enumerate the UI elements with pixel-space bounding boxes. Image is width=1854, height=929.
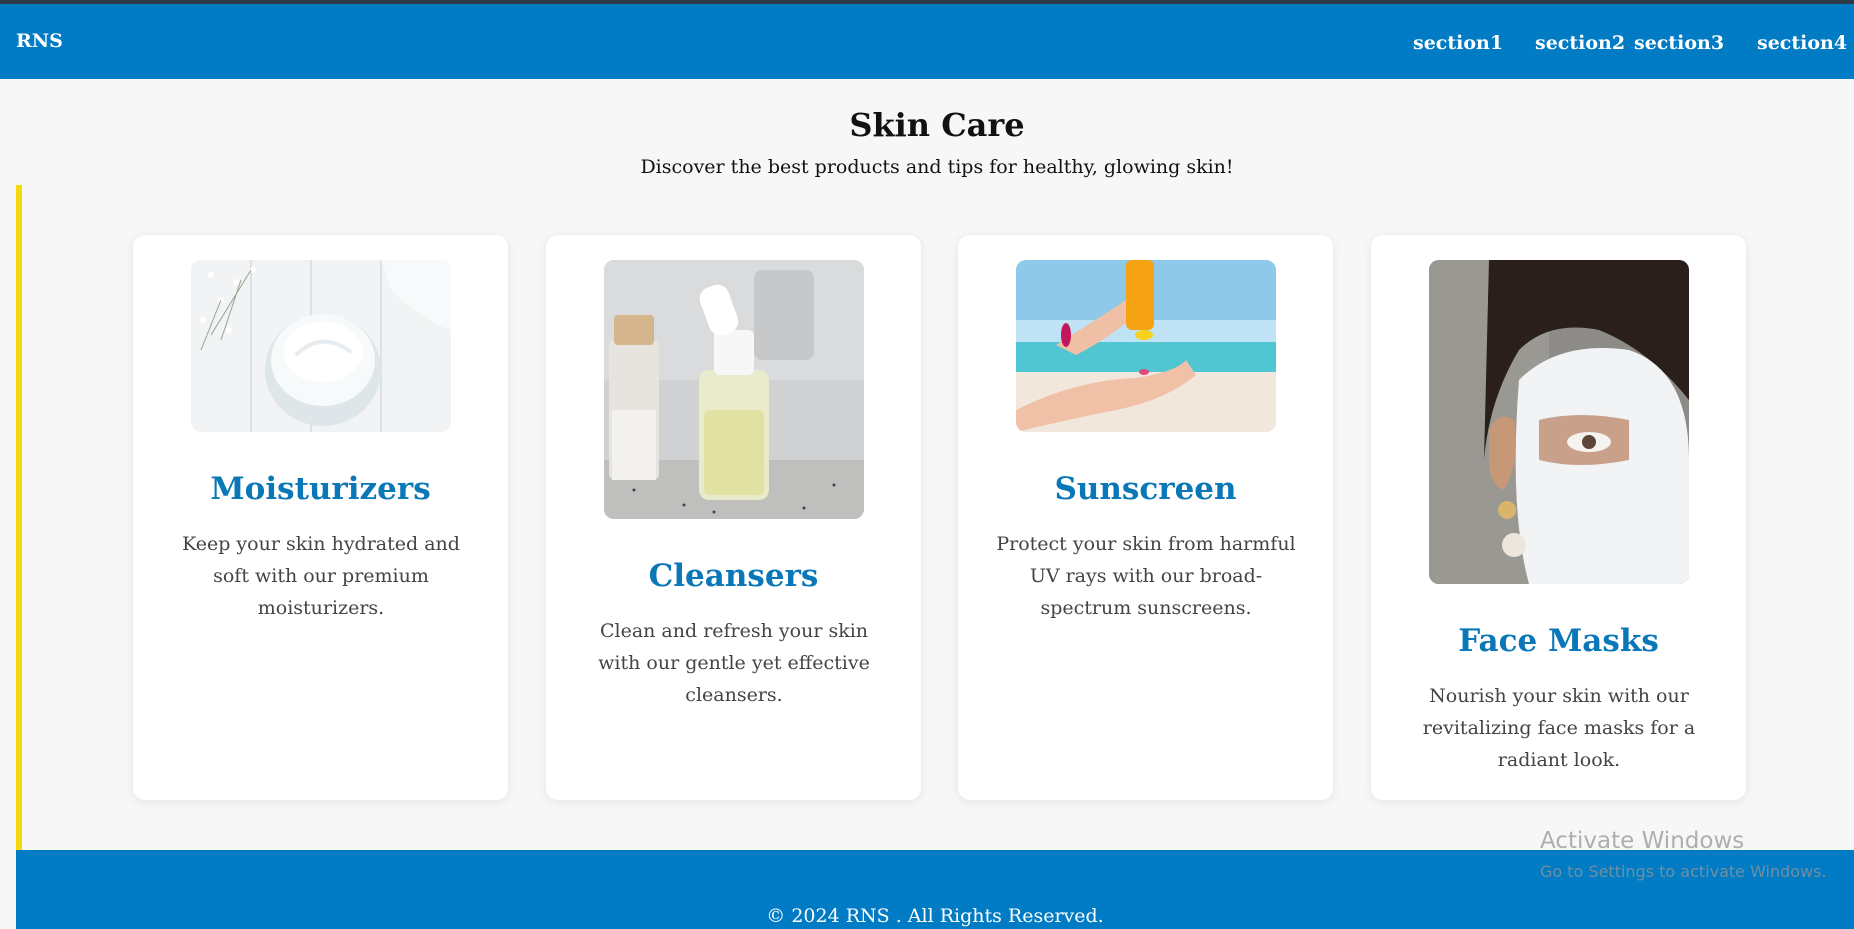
- nav-link-section1[interactable]: section1: [1413, 32, 1503, 54]
- page-title: Skin Care: [849, 106, 1025, 144]
- nav-link-section2[interactable]: section2: [1535, 32, 1625, 54]
- card-description: Clean and refresh your skin with our gen…: [598, 620, 870, 706]
- nav-link-section3[interactable]: section3: [1634, 32, 1724, 54]
- cleanser-bottle-image: [604, 260, 864, 519]
- nav-link-section4[interactable]: section4: [1757, 32, 1847, 54]
- card-title: Cleansers: [648, 558, 819, 594]
- card-title: Sunscreen: [1054, 471, 1237, 507]
- brand-logo[interactable]: RNS: [16, 30, 63, 52]
- card-title: Moisturizers: [210, 471, 431, 507]
- windows-activation-watermark-title: Activate Windows: [1540, 828, 1745, 854]
- card-description: Protect your skin from harmful UV rays w…: [996, 533, 1296, 619]
- copyright-text: © 2024 RNS . All Rights Reserved.: [766, 905, 1104, 927]
- product-card-cleansers: Cleansers Clean and refresh your skin wi…: [546, 235, 921, 800]
- sunscreen-beach-image: [1016, 260, 1276, 432]
- page-subtitle: Discover the best products and tips for …: [640, 156, 1234, 178]
- face-mask-image: [1429, 260, 1689, 584]
- moisturizer-jar-image: [191, 260, 451, 432]
- navbar: RNS section1 section2 section3 section4: [0, 4, 1854, 79]
- product-card-face-masks: Face Masks Nourish your skin with our re…: [1371, 235, 1746, 800]
- card-description: Nourish your skin with our revitalizing …: [1422, 685, 1696, 771]
- accent-bar: [16, 185, 22, 850]
- windows-activation-watermark-subtitle: Go to Settings to activate Windows.: [1540, 862, 1827, 881]
- product-card-sunscreen: Sunscreen Protect your skin from harmful…: [958, 235, 1333, 800]
- card-title: Face Masks: [1458, 623, 1659, 659]
- card-description: Keep your skin hydrated and soft with ou…: [182, 533, 460, 619]
- product-card-moisturizers: Moisturizers Keep your skin hydrated and…: [133, 235, 508, 800]
